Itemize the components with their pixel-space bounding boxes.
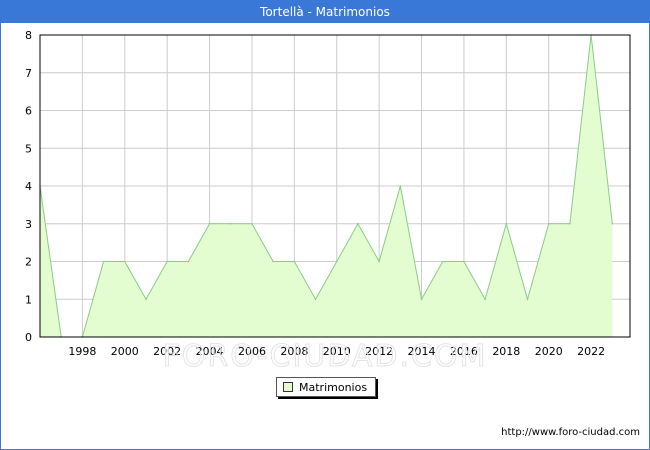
legend-swatch [283, 382, 293, 392]
data-point [145, 298, 147, 301]
y-tick-label: 0 [25, 331, 32, 344]
y-tick-label: 2 [25, 256, 32, 269]
data-point [547, 222, 550, 225]
data-point [420, 298, 423, 301]
y-tick-label: 5 [25, 142, 32, 155]
data-point [166, 260, 168, 263]
data-point [399, 185, 402, 187]
data-point [208, 222, 211, 225]
data-point [335, 260, 338, 263]
data-point [505, 222, 508, 225]
data-point [484, 298, 486, 301]
x-tick-label: 1998 [68, 345, 96, 358]
source-credit: http://www.foro-ciudad.com [501, 427, 640, 438]
data-point [229, 222, 232, 225]
data-point [123, 260, 126, 263]
x-tick-label: 2020 [535, 345, 563, 358]
data-point [378, 260, 380, 263]
data-point [357, 222, 359, 225]
legend-label: Matrimonios [299, 380, 368, 394]
y-tick-label: 8 [25, 29, 32, 42]
x-tick-label: 2018 [492, 345, 520, 358]
data-point [272, 260, 274, 263]
data-point [569, 222, 571, 225]
y-tick-label: 1 [25, 293, 32, 306]
data-point [251, 222, 253, 225]
x-tick-label: 2000 [111, 345, 139, 358]
data-point [611, 222, 614, 225]
y-tick-label: 4 [25, 180, 32, 193]
data-point [314, 298, 317, 301]
y-tick-label: 7 [25, 67, 32, 80]
data-point [293, 260, 296, 263]
watermark: FORO-CIUDAD.COM [163, 339, 488, 374]
data-point [102, 260, 105, 263]
data-point [441, 260, 444, 263]
y-tick-label: 6 [25, 105, 32, 118]
data-point [463, 260, 465, 263]
x-tick-label: 2022 [577, 345, 605, 358]
legend: Matrimonios [276, 377, 377, 397]
y-tick-label: 3 [25, 218, 32, 231]
data-point [187, 260, 190, 263]
data-point [526, 298, 529, 301]
